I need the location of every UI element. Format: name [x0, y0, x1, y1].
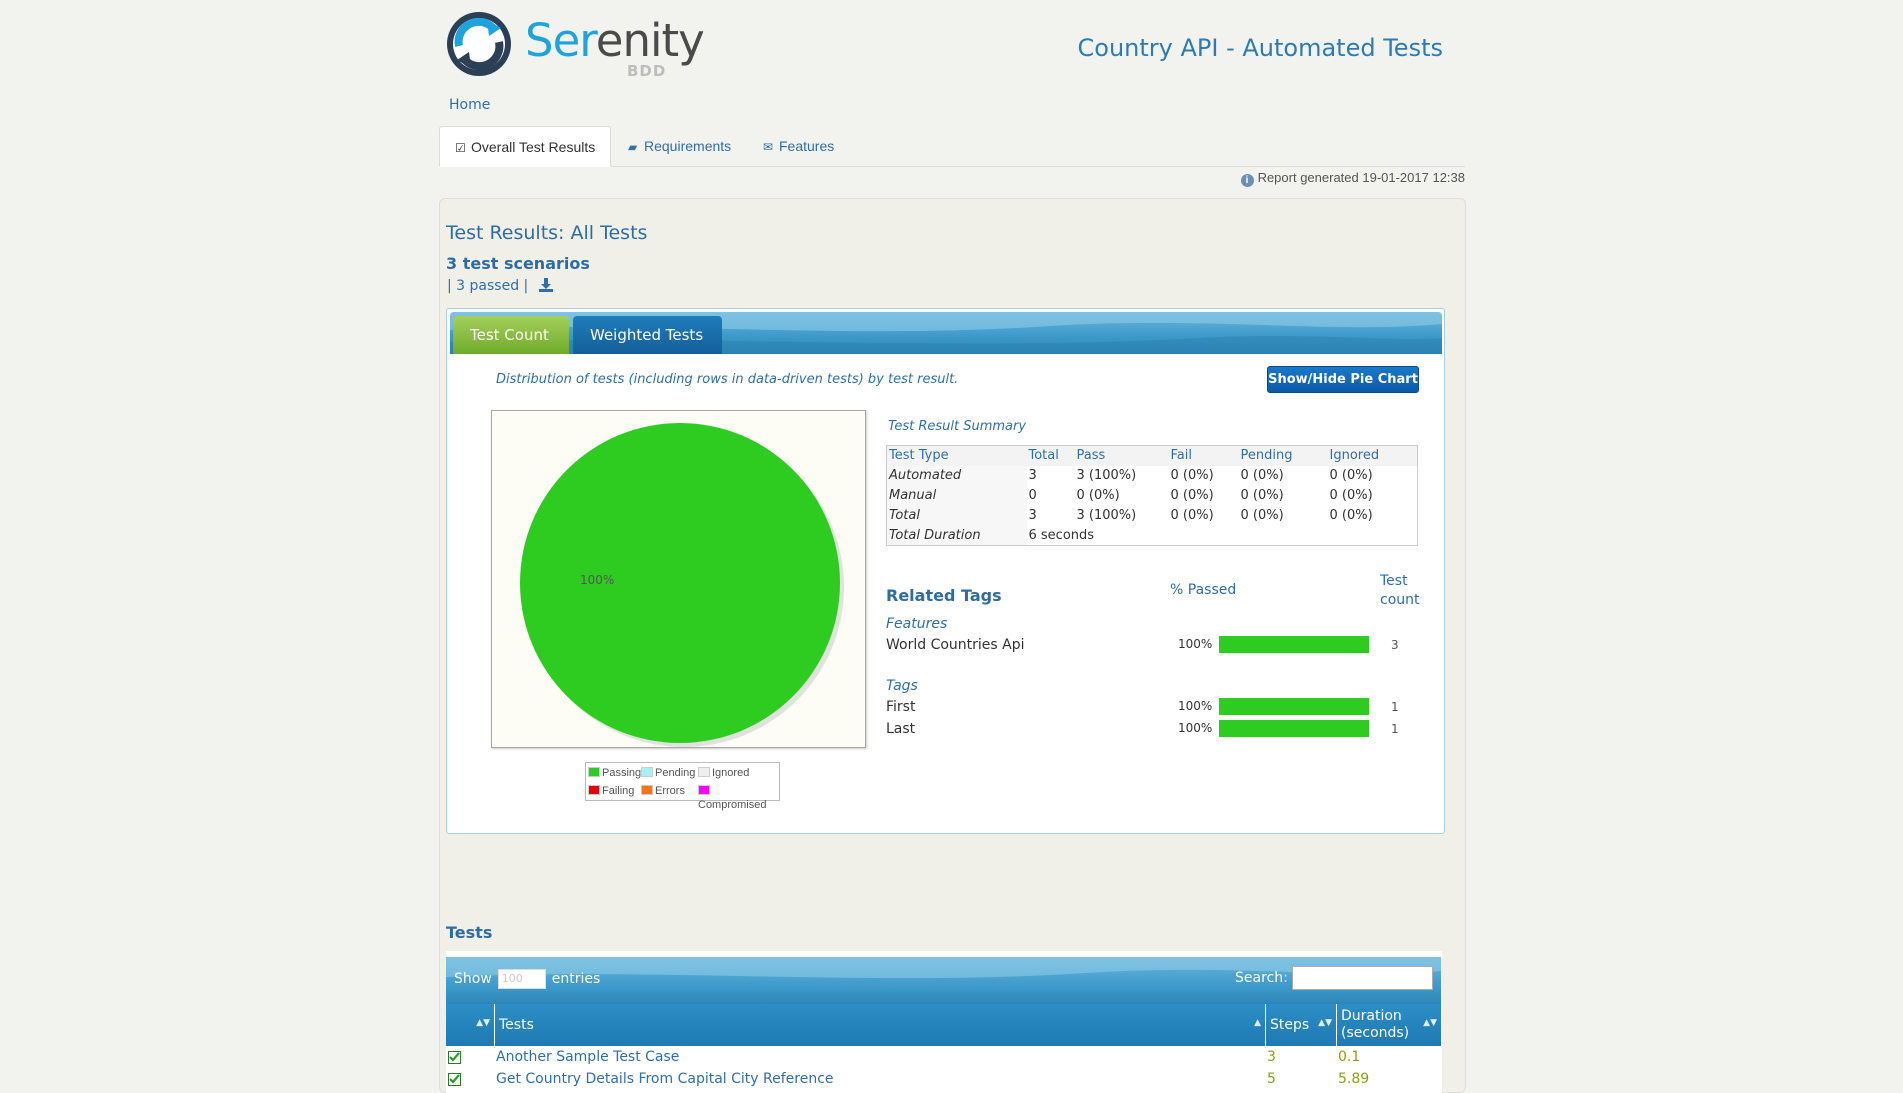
tab-weighted-tests[interactable]: Weighted Tests — [573, 316, 722, 354]
tab-features[interactable]: ✉ Features — [748, 126, 849, 167]
test-duration: 0.1 — [1338, 1049, 1361, 1065]
related-tags-title: Related Tags — [886, 586, 1002, 605]
test-count-header: Test count — [1380, 573, 1420, 608]
tag-first[interactable]: First — [886, 699, 915, 715]
nav-tabs: ☑ Overall Test Results ▰ Requirements ✉ Fea… — [439, 126, 1465, 167]
info-icon: i — [1240, 174, 1254, 187]
col-tests[interactable]: Tests ▲ — [495, 1004, 1266, 1046]
pie-slice-passing — [520, 423, 840, 743]
logo-wordmark: Serenity — [525, 14, 705, 67]
legend-ignored: Ignored — [698, 766, 749, 780]
search-label: Search: — [1235, 970, 1288, 986]
table-row: Another Sample Test Case 3 0.1 — [446, 1048, 1441, 1070]
download-icon[interactable] — [538, 278, 553, 292]
summary-row-automated: Automated 3 3 (100%) 0 (0%) 0 (0%) 0 (0%) — [886, 465, 1418, 486]
col-test-type: Test Type — [886, 445, 1027, 466]
tag-pass-bar — [1219, 720, 1369, 737]
summary-title: Test Result Summary — [888, 419, 1027, 434]
tag-last[interactable]: Last — [886, 721, 915, 737]
summary-table: Test Type Total Pass Fail Pending Ignore… — [886, 445, 1418, 546]
test-duration: 5.89 — [1338, 1071, 1370, 1087]
tag-count: 1 — [1391, 700, 1399, 714]
tag-pass-bar — [1219, 698, 1369, 715]
pct-passed-header: % Passed — [1170, 582, 1237, 598]
legend-pending: Pending — [641, 766, 695, 780]
tag-count: 3 — [1391, 638, 1399, 652]
book-icon: ▰ — [628, 140, 638, 154]
tag-pct: 100% — [1178, 699, 1213, 713]
group-features: Features — [886, 616, 948, 632]
scenario-count: 3 test scenarios — [446, 254, 590, 273]
pie-legend: Passing Pending Ignored Failing Errors C… — [585, 762, 780, 811]
tests-title: Tests — [446, 923, 493, 942]
test-name-link[interactable]: Get Country Details From Capital City Re… — [496, 1071, 834, 1087]
comments-icon: ✉ — [763, 140, 774, 154]
summary-header-row: Test Type Total Pass Fail Pending Ignore… — [886, 445, 1418, 466]
legend-errors: Errors — [641, 784, 685, 798]
tag-count: 1 — [1391, 722, 1399, 736]
report-generated: i Report generated 19-01-2017 12:38 — [1100, 170, 1465, 187]
col-duration[interactable]: Duration (seconds) ▲▼ — [1337, 1004, 1441, 1046]
col-pass: Pass — [1074, 445, 1169, 466]
show-entries: Show 100 entries — [454, 969, 601, 989]
page-title: Test Results: All Tests — [446, 222, 648, 244]
tag-pct: 100% — [1178, 721, 1213, 735]
logo-subtitle: BDD — [627, 62, 667, 80]
tests-header-row: ▲▼ Tests ▲ Steps ▲▼ Duration (seconds) ▲▼ — [446, 1004, 1441, 1046]
test-name-link[interactable]: Another Sample Test Case — [496, 1049, 679, 1065]
passed-check-icon — [448, 1073, 461, 1086]
col-fail: Fail — [1168, 445, 1239, 466]
test-steps: 3 — [1267, 1049, 1276, 1065]
search-input[interactable] — [1292, 966, 1433, 990]
tag-pass-bar — [1219, 636, 1369, 653]
entries-select[interactable]: 100 — [497, 969, 546, 989]
passed-check-icon — [448, 1051, 461, 1064]
tab-overall-test-results[interactable]: ☑ Overall Test Results — [439, 126, 612, 167]
toggle-pie-chart-button[interactable]: Show/Hide Pie Chart — [1267, 366, 1419, 393]
serenity-logo-icon — [447, 12, 511, 76]
legend-failing: Failing — [588, 784, 634, 798]
tab-requirements[interactable]: ▰ Requirements — [613, 126, 746, 167]
pie-chart-panel — [491, 410, 866, 748]
col-status[interactable]: ▲▼ — [446, 1004, 495, 1046]
legend-passing: Passing — [588, 766, 641, 780]
tag-world-countries-api[interactable]: World Countries Api — [886, 637, 1025, 653]
pie-chart — [520, 423, 844, 747]
check-square-icon: ☑ — [455, 141, 466, 155]
group-tags: Tags — [886, 678, 918, 694]
tag-pct: 100% — [1178, 637, 1213, 651]
pie-slice-label: 100% — [580, 573, 615, 587]
table-row: Get Country Details From Capital City Re… — [446, 1070, 1441, 1092]
test-steps: 5 — [1267, 1071, 1276, 1087]
legend-compromised: Compromised — [698, 784, 779, 811]
summary-row-manual: Manual 0 0 (0%) 0 (0%) 0 (0%) 0 (0%) — [886, 485, 1418, 506]
col-ignored: Ignored — [1327, 445, 1418, 466]
passed-link[interactable]: 3 passed — [456, 278, 519, 294]
passed-summary: | 3 passed | — [447, 278, 553, 294]
project-title: Country API - Automated Tests — [1077, 34, 1443, 62]
summary-row-duration: Total Duration 6 seconds — [886, 525, 1418, 546]
distribution-description: Distribution of tests (including rows in… — [496, 372, 959, 387]
col-pending: Pending — [1238, 445, 1328, 466]
breadcrumb-home[interactable]: Home — [449, 97, 490, 113]
col-total: Total — [1026, 445, 1075, 466]
tab-test-count[interactable]: Test Count — [453, 316, 569, 354]
chart-tab-bar: Test Count Weighted Tests — [450, 312, 1442, 354]
col-steps[interactable]: Steps ▲▼ — [1266, 1004, 1337, 1046]
summary-row-total: Total 3 3 (100%) 0 (0%) 0 (0%) 0 (0%) — [886, 505, 1418, 526]
